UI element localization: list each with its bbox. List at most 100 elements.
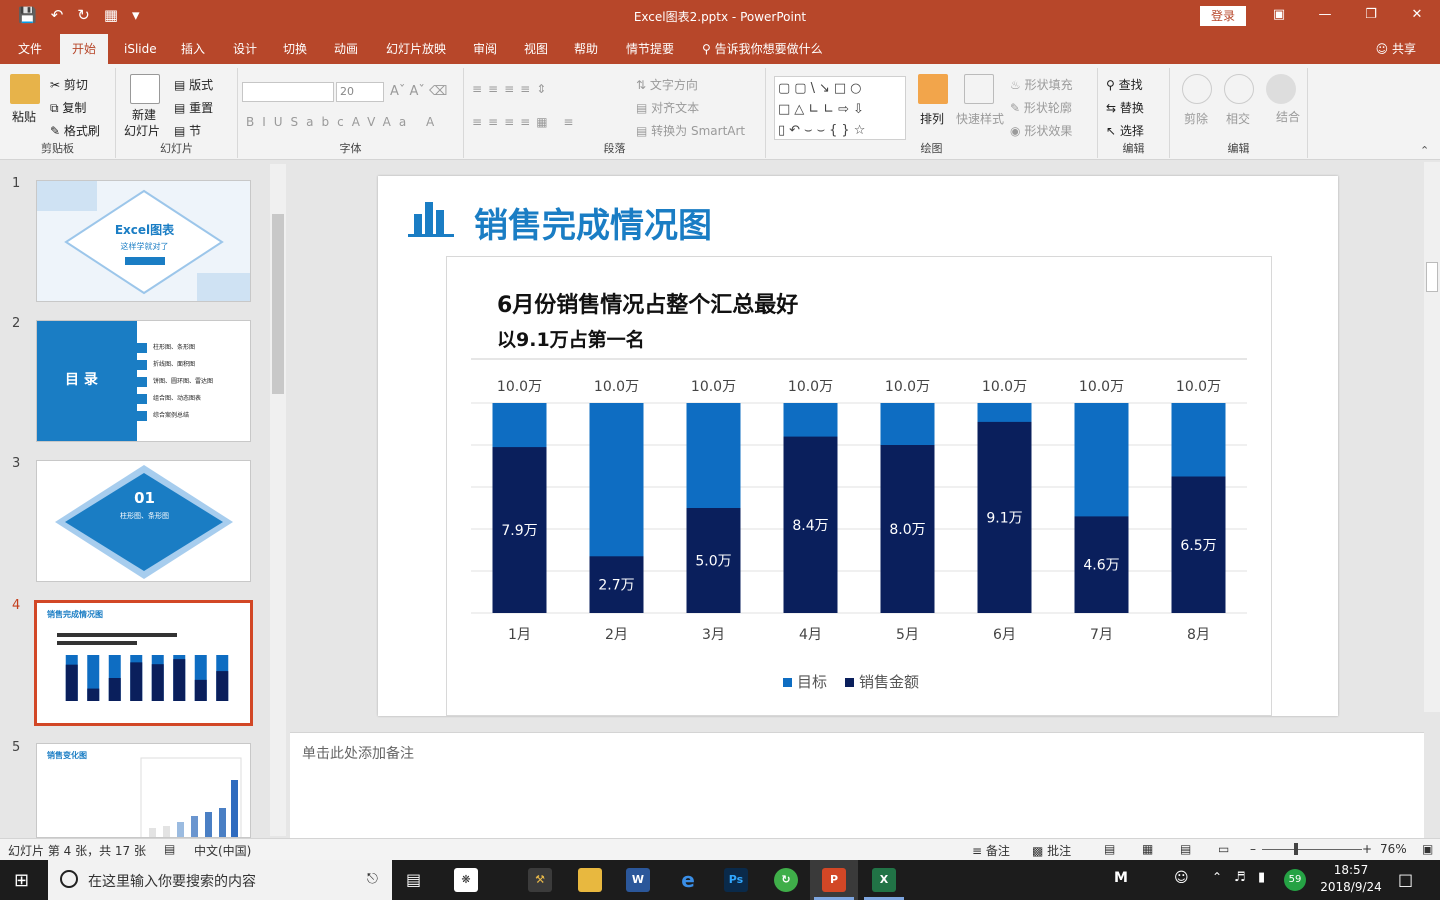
reset-button[interactable]: ▤ 重置	[174, 99, 213, 116]
notes-toggle[interactable]: ≡ 备注	[972, 842, 1010, 859]
notifications-icon[interactable]: □	[1398, 870, 1413, 900]
slide-thumbnail-3[interactable]: 01 柱形图、条形图	[36, 460, 251, 582]
notes-placeholder[interactable]: 单击此处添加备注	[302, 743, 414, 763]
text-direction-button[interactable]: ⇅ 文字方向	[636, 76, 698, 93]
minimize-icon[interactable]: —	[1302, 0, 1348, 30]
powerpoint-icon[interactable]: P	[822, 868, 846, 892]
intersect-icon[interactable]	[1224, 74, 1254, 104]
shape-effects-button[interactable]: ◉ 形状效果	[1010, 122, 1072, 139]
windows-start-icon[interactable]: ⊞	[14, 870, 34, 900]
align-icons[interactable]: ≡≡≡≡▦ ≡	[472, 115, 579, 129]
shapes-gallery[interactable]: ▢▢\↘□○ □△∟∟⇨⇩ ▯↶⌣⌣{}☆	[774, 76, 906, 140]
cut-button[interactable]: ✂ 剪切	[50, 76, 88, 93]
scrollbar-thumb[interactable]	[272, 214, 284, 394]
tab-6[interactable]: 动画	[334, 34, 358, 64]
slide-thumbnail-2[interactable]: 目 录 柱形图、条形图 折线图、面积图 饼图、圆环图、雷达图 组合图、动态图表 综合案例…	[36, 320, 251, 442]
file-explorer-icon[interactable]	[578, 868, 602, 892]
slideshow-view-icon[interactable]: ▭	[1218, 842, 1229, 856]
zoom-slider[interactable]	[1262, 849, 1362, 850]
comments-toggle[interactable]: ▩ 批注	[1032, 842, 1071, 859]
tab-4[interactable]: 设计	[233, 34, 257, 64]
photoshop-icon[interactable]: Ps	[724, 868, 748, 892]
normal-view-icon[interactable]: ▤	[1104, 842, 1115, 856]
fit-slide-icon[interactable]: ▣	[1422, 842, 1433, 856]
slide-scrollbar[interactable]	[1424, 162, 1440, 712]
tab-3[interactable]: 插入	[181, 34, 205, 64]
align-text-button[interactable]: ▤ 对齐文本	[636, 99, 699, 116]
slide-sorter-icon[interactable]: ▦	[1142, 842, 1153, 856]
battery-icon[interactable]: ▮	[1258, 870, 1265, 900]
app-icon-pinwheel[interactable]: ❋	[454, 868, 478, 892]
tab-9[interactable]: 视图	[524, 34, 548, 64]
taskbar-search[interactable]: 在这里输入你要搜索的内容 ⎋	[48, 860, 392, 900]
intersect-button[interactable]: 相交	[1226, 110, 1250, 127]
spelling-icon[interactable]: ▤	[164, 842, 175, 856]
tray-badge[interactable]: 59	[1284, 869, 1306, 891]
scrollbar-thumb[interactable]	[1426, 262, 1438, 292]
layout-button[interactable]: ▤ 版式	[174, 76, 213, 93]
tab-11[interactable]: 情节提要	[626, 34, 674, 64]
zoom-out-icon[interactable]: –	[1250, 842, 1256, 856]
tab-8[interactable]: 审阅	[473, 34, 497, 64]
tray-m-icon[interactable]: M	[1114, 870, 1128, 900]
close-icon[interactable]: ✕	[1394, 0, 1440, 30]
new-slide-icon[interactable]	[130, 74, 160, 104]
task-view-icon[interactable]: ▤	[406, 870, 421, 900]
replace-button[interactable]: ⇆ 替换	[1106, 99, 1144, 116]
font-size-input[interactable]: 20	[336, 82, 384, 102]
app-icon-green[interactable]: ↻	[774, 868, 798, 892]
format-painter-button[interactable]: ✎ 格式刷	[50, 122, 100, 139]
notes-pane[interactable]: 单击此处添加备注	[290, 732, 1424, 838]
combine-icon[interactable]	[1266, 74, 1296, 104]
zoom-level[interactable]: 76%	[1380, 842, 1407, 856]
slide-thumbnail-5[interactable]: 销售变化图	[36, 743, 251, 838]
word-icon[interactable]: W	[626, 868, 650, 892]
language[interactable]: 中文(中国)	[194, 842, 251, 859]
tray-chevron-icon[interactable]: ⌃	[1212, 870, 1222, 900]
shape-outline-button[interactable]: ✎ 形状轮廓	[1010, 99, 1072, 116]
clock[interactable]: 18:57 2018/9/24	[1316, 862, 1386, 896]
arrange-button[interactable]: 排列	[920, 110, 944, 127]
select-button[interactable]: ↖ 选择	[1106, 122, 1144, 139]
find-button[interactable]: ⚲ 查找	[1106, 76, 1143, 93]
new-slide-label-2[interactable]: 幻灯片	[124, 122, 160, 139]
tab-5[interactable]: 切换	[283, 34, 307, 64]
people-icon[interactable]: ☺	[1174, 870, 1189, 900]
collapse-ribbon-icon[interactable]: ⌃	[1420, 144, 1429, 157]
arrange-icon[interactable]	[918, 74, 948, 104]
paste-button[interactable]: 粘贴	[12, 108, 36, 125]
tab-2[interactable]: iSlide	[124, 34, 157, 64]
smartart-button[interactable]: ▤ 转换为 SmartArt	[636, 122, 745, 139]
paste-icon[interactable]	[10, 74, 40, 104]
tab-10[interactable]: 帮助	[574, 34, 598, 64]
chart-frame[interactable]: 6月份销售情况占整个汇总最好 以9.1万占第一名 10.0万 7.9万 1月 10.0…	[446, 256, 1272, 716]
app-icon-tools[interactable]: ⚒	[528, 868, 552, 892]
slide-title[interactable]: 销售完成情况图	[474, 198, 712, 247]
zoom-in-icon[interactable]: +	[1362, 842, 1372, 856]
tab-1[interactable]: 开始	[60, 34, 109, 64]
section-button[interactable]: ▤ 节	[174, 122, 201, 139]
list-indent-icons[interactable]: ≡≡≡≡⇕	[472, 82, 552, 96]
font-name-input[interactable]	[242, 82, 334, 102]
subtract-icon[interactable]	[1182, 74, 1212, 104]
subtract-button[interactable]: 剪除	[1184, 110, 1208, 127]
slide-thumbnail-1[interactable]: Excel图表 这样学就对了	[36, 180, 251, 302]
copy-button[interactable]: ⧉ 复制	[50, 99, 86, 116]
tab-7[interactable]: 幻灯片放映	[386, 34, 446, 64]
ribbon-display-icon[interactable]: ▣	[1256, 0, 1302, 30]
edge-icon[interactable]: e	[676, 868, 700, 892]
tell-me-search[interactable]: ⚲ 告诉我你想要做什么	[702, 34, 823, 64]
font-format-icons[interactable]: BIUSabcAVAa A	[246, 115, 442, 129]
tab-0[interactable]: 文件	[18, 34, 42, 64]
share-button[interactable]: ☺ 共享	[1376, 34, 1416, 64]
quick-styles-button[interactable]: 快速样式	[956, 110, 1004, 127]
combine-button[interactable]: 结合	[1276, 110, 1300, 124]
reading-view-icon[interactable]: ▤	[1180, 842, 1191, 856]
stacked-bar-chart[interactable]: 10.0万 7.9万 1月 10.0万 2.7万 2月 10.0万 5.0万 3月 10.0万 8.…	[447, 257, 1273, 717]
zoom-slider-handle[interactable]	[1294, 843, 1298, 855]
restore-icon[interactable]: ❐	[1348, 0, 1394, 30]
microphone-icon[interactable]: ⎋	[367, 871, 378, 887]
slide-thumbnail-4[interactable]: 销售完成情况图	[34, 600, 253, 726]
quick-styles-icon[interactable]	[964, 74, 994, 104]
slide-canvas[interactable]: 销售完成情况图 6月份销售情况占整个汇总最好 以9.1万占第一名 10.0万 7.…	[378, 176, 1338, 716]
